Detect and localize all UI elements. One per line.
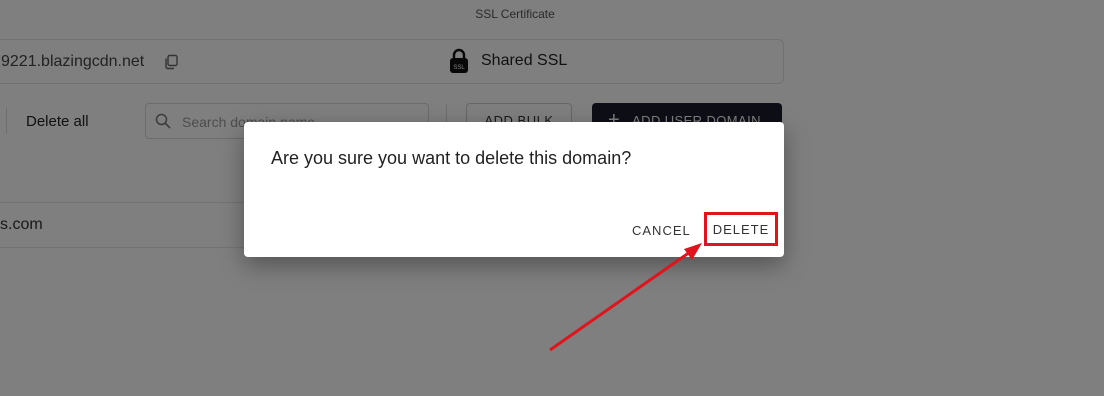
cancel-button[interactable]: CANCEL — [624, 216, 699, 244]
dialog-title: Are you sure you want to delete this dom… — [271, 148, 632, 168]
confirm-delete-dialog: Are you sure you want to delete this dom… — [244, 122, 784, 257]
delete-button[interactable]: DELETE — [704, 212, 778, 246]
